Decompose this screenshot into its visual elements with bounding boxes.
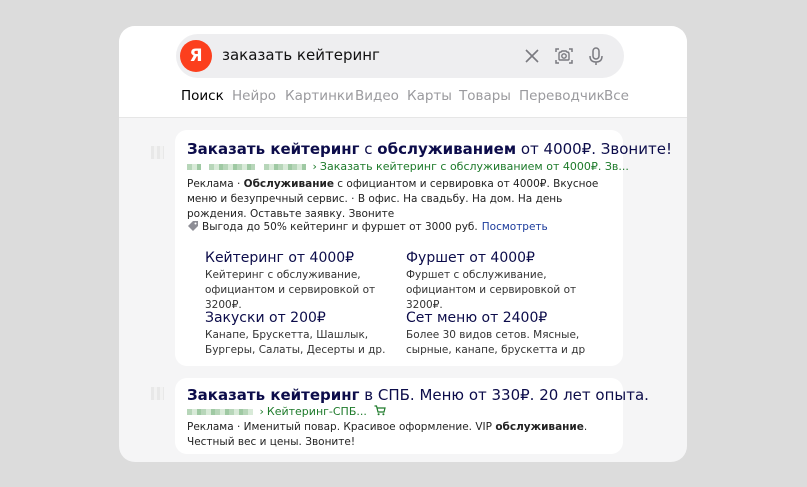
cart-icon <box>374 405 387 416</box>
url-separator: › <box>312 160 317 173</box>
blurred-domain <box>264 164 306 170</box>
yandex-logo[interactable]: Я <box>180 40 212 72</box>
sitelink-title[interactable]: Сет меню от 2400₽ <box>406 310 616 326</box>
sitelink-desc: Кейтеринг с обслуживание, официантом и с… <box>205 269 376 311</box>
favicon <box>151 387 164 400</box>
result-url[interactable]: › Заказать кейтеринг с обслуживанием от 4… <box>187 160 629 174</box>
offer-link[interactable]: Посмотреть <box>482 221 548 233</box>
favicon <box>151 146 164 159</box>
tab-all[interactable]: Все <box>604 88 629 104</box>
sitelink[interactable]: Фуршет от 4000₽ Фуршет с обслуживание, о… <box>406 250 616 313</box>
sitelink-desc: Канапе, Брускетта, Шашлык, Бургеры, Сала… <box>205 329 386 356</box>
sitelink[interactable]: Кейтеринг от 4000₽ Кейтеринг с обслужива… <box>205 250 415 313</box>
camera-search-icon[interactable] <box>552 44 576 68</box>
blurred-domain <box>187 164 201 170</box>
search-header: Я заказать кейтеринг Поиск Нейро Картинк… <box>119 26 687 118</box>
result-title[interactable]: Заказать кейтеринг с обслуживанием от 40… <box>187 140 672 158</box>
tag-icon <box>188 221 198 231</box>
result-description: Реклама · Обслуживание с официантом и се… <box>187 178 599 220</box>
tab-maps[interactable]: Карты <box>407 88 452 104</box>
blurred-domain <box>187 409 253 415</box>
sitelink-desc: Фуршет с обслуживание, официантом и серв… <box>406 269 577 311</box>
sitelink-title[interactable]: Кейтеринг от 4000₽ <box>205 250 415 266</box>
tab-products[interactable]: Товары <box>459 88 511 104</box>
result-description: Реклама · Именитый повар. Красивое оформ… <box>187 421 588 448</box>
sitelink[interactable]: Сет меню от 2400₽ Более 30 видов сетов. … <box>406 310 616 358</box>
blurred-domain <box>208 164 255 170</box>
tab-translator[interactable]: Переводчик <box>519 88 605 104</box>
ad-result-1: Заказать кейтеринг с обслуживанием от 40… <box>175 130 672 366</box>
sitelink-title[interactable]: Закуски от 200₽ <box>205 310 415 326</box>
search-bar[interactable]: Я заказать кейтеринг <box>176 34 624 78</box>
tab-search[interactable]: Поиск <box>181 88 224 104</box>
tab-video[interactable]: Видео <box>355 88 399 104</box>
url-path: Заказать кейтеринг с обслуживанием от 40… <box>319 160 629 173</box>
ad-result-2: Заказать кейтеринг в СПБ. Меню от 330₽. … <box>175 378 649 454</box>
url-path: Кейтеринг-СПБ... <box>266 405 367 418</box>
tab-images[interactable]: Картинки <box>285 88 354 104</box>
sitelink[interactable]: Закуски от 200₽ Канапе, Брускетта, Шашлы… <box>205 310 415 358</box>
result-title[interactable]: Заказать кейтеринг в СПБ. Меню от 330₽. … <box>187 386 649 404</box>
search-card: Я заказать кейтеринг Поиск Нейро Картинк… <box>119 26 687 462</box>
close-icon[interactable] <box>520 44 544 68</box>
url-separator: › <box>259 405 264 418</box>
promo-offer: Выгода до 50% кейтеринг и фуршет от 3000… <box>187 220 548 234</box>
microphone-icon[interactable] <box>584 44 608 68</box>
sitelink-title[interactable]: Фуршет от 4000₽ <box>406 250 616 266</box>
result-url[interactable]: › Кейтеринг-СПБ... <box>187 405 387 419</box>
tab-neuro[interactable]: Нейро <box>232 88 276 104</box>
search-input[interactable]: заказать кейтеринг <box>222 46 380 64</box>
sitelink-desc: Более 30 видов сетов. Мясные, сырные, ка… <box>406 329 586 356</box>
